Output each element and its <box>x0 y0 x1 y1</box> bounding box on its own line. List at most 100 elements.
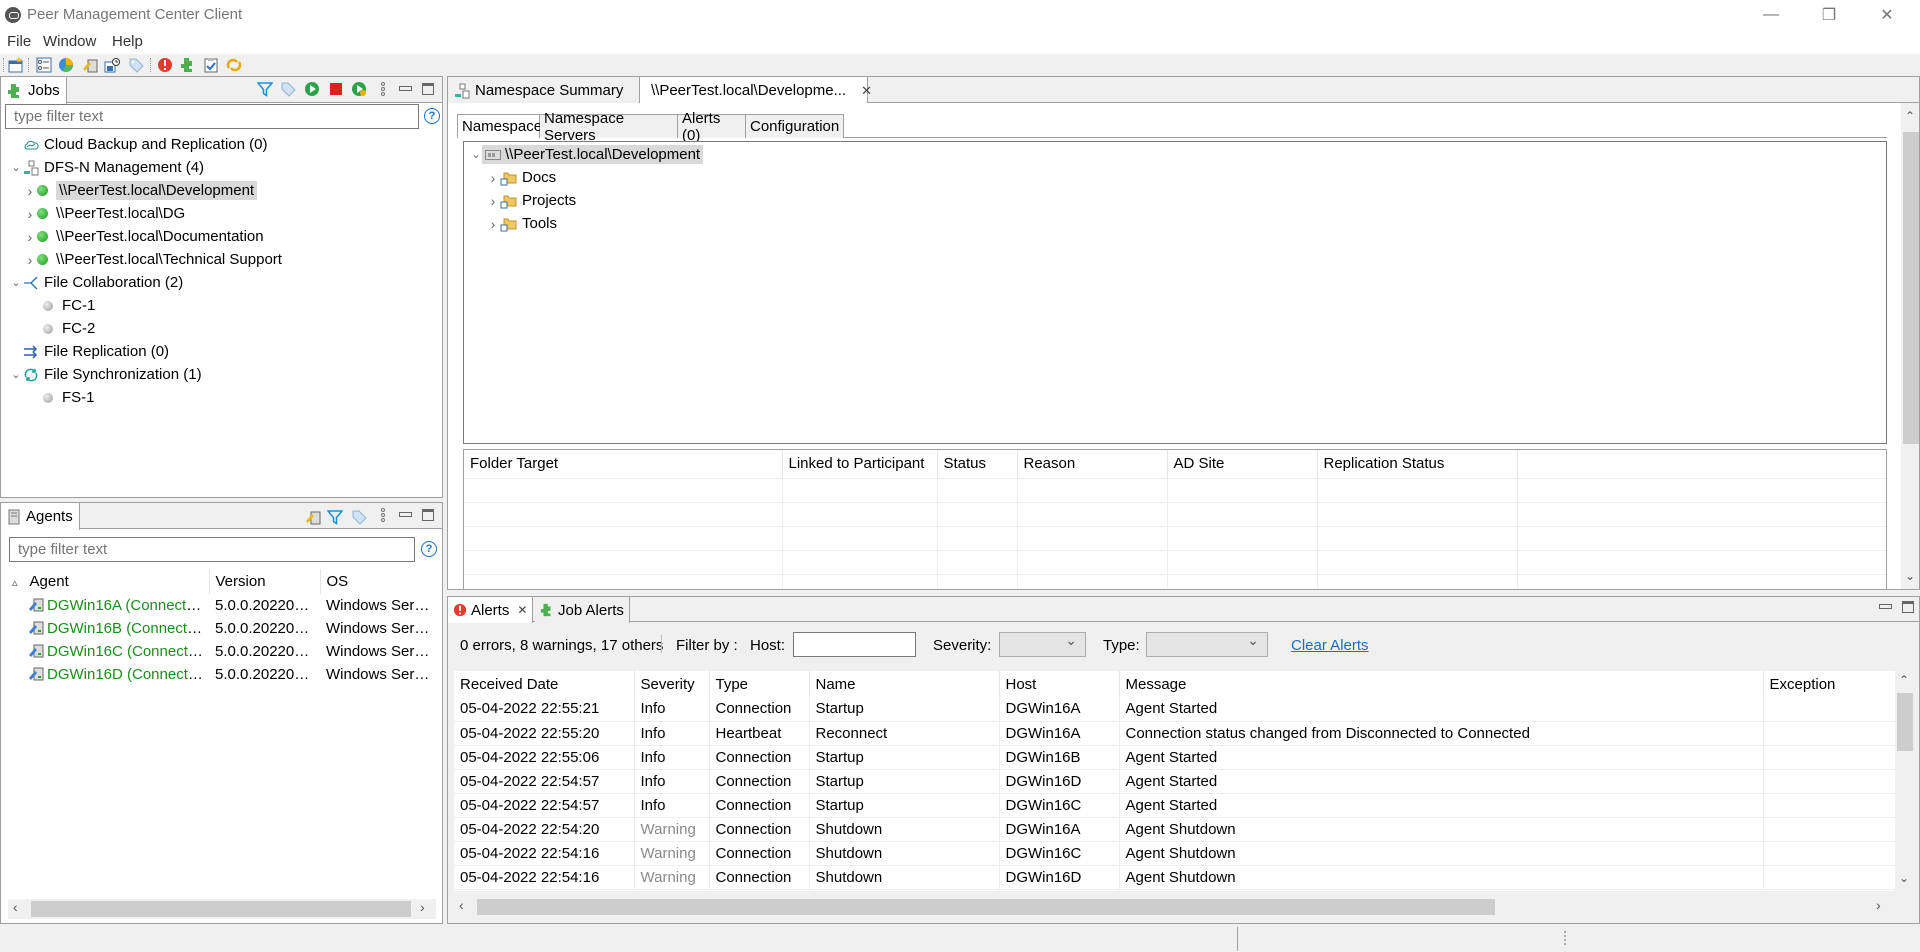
column-header[interactable]: Type <box>709 671 810 697</box>
maximize-view-icon[interactable] <box>422 83 434 95</box>
tree-category[interactable]: ⌄ File Synchronization (1) <box>9 363 201 386</box>
alert-row[interactable]: 05-04-2022 22:54:16 Warning Connection Shut… <box>454 841 1896 865</box>
agents-horizontal-scrollbar[interactable]: ‹ › <box>8 899 436 919</box>
chevron-down-icon[interactable]: ⌄ <box>9 368 23 381</box>
editor-vertical-scrollbar[interactable]: ⌃ ⌄ <box>1901 103 1919 589</box>
alert-row[interactable]: 05-04-2022 22:54:16 Warning Connection Shut… <box>454 865 1896 889</box>
alert-row[interactable]: 05-04-2022 22:54:57 Info Connection Startup… <box>454 769 1896 793</box>
properties-list-icon[interactable] <box>36 57 52 73</box>
alerts-vertical-scrollbar[interactable]: ⌃ ⌄ <box>1895 671 1913 891</box>
scroll-right-icon[interactable]: › <box>1876 897 1881 913</box>
tab-namespace-servers[interactable]: Namespace Servers <box>540 110 678 144</box>
menu-file[interactable]: File <box>7 33 31 50</box>
new-job-icon[interactable] <box>8 57 24 73</box>
column-header[interactable]: Name <box>809 671 1000 697</box>
tree-category[interactable]: Cloud Backup and Replication (0) <box>9 133 267 156</box>
scrollbar-thumb[interactable] <box>31 901 411 917</box>
alert-row[interactable]: 05-04-2022 22:54:57 Info Connection Startup… <box>454 793 1896 817</box>
stop-icon[interactable] <box>328 81 344 97</box>
chevron-down-icon[interactable]: ⌄ <box>9 161 23 174</box>
tab-agents[interactable]: Agents <box>1 503 80 530</box>
scroll-down-icon[interactable]: ⌄ <box>1899 871 1909 885</box>
column-header[interactable]: Replication Status <box>1317 450 1518 478</box>
minimize-view-icon[interactable] <box>399 509 412 521</box>
tab-namespace[interactable]: Namespace <box>457 114 542 138</box>
jobs-filter-input[interactable] <box>5 104 419 129</box>
tree-job[interactable]: FC-2 <box>23 317 95 340</box>
tree-category[interactable]: ⌄ File Collaboration (2) <box>9 271 183 294</box>
clear-alerts-link[interactable]: Clear Alerts <box>1291 637 1369 654</box>
maximize-view-icon[interactable] <box>422 509 434 521</box>
menu-help[interactable]: Help <box>112 33 143 50</box>
scroll-left-icon[interactable]: ‹ <box>13 899 18 915</box>
help-icon[interactable]: ? <box>424 108 440 124</box>
agent-row[interactable]: DGWin16C (Connected) 5.0.0.20220504 Window… <box>8 640 436 663</box>
view-menu-icon[interactable] <box>381 82 386 96</box>
namespace-folder[interactable]: › Tools <box>486 212 557 235</box>
view-menu-icon[interactable] <box>381 508 386 522</box>
alert-row[interactable]: 05-04-2022 22:54:20 Warning Connection Shut… <box>454 817 1896 841</box>
filter-icon[interactable] <box>257 81 273 97</box>
close-tab-icon[interactable]: ✕ <box>517 603 527 617</box>
column-header[interactable]: Severity <box>634 671 710 697</box>
scroll-up-icon[interactable]: ⌃ <box>1905 109 1915 123</box>
column-header[interactable]: Host <box>999 671 1120 697</box>
tree-job[interactable]: › \\PeerTest.local\Technical Support <box>23 248 282 271</box>
chevron-down-icon[interactable]: ⌄ <box>9 276 23 289</box>
tree-job[interactable]: › \\PeerTest.local\Documentation <box>23 225 264 248</box>
alerts-horizontal-scrollbar[interactable]: ‹ › <box>454 897 1896 917</box>
type-select[interactable] <box>1146 632 1268 657</box>
tab-configuration[interactable]: Configuration <box>746 114 844 138</box>
tree-job[interactable]: › \\PeerTest.local\DG <box>23 202 186 225</box>
agent-row[interactable]: DGWin16B (Connected) 5.0.0.20220504 Window… <box>8 617 436 640</box>
agent-row[interactable]: DGWin16A (Connected) 5.0.0.20220504 Window… <box>8 594 436 617</box>
namespace-folder[interactable]: › Docs <box>486 166 557 189</box>
chevron-right-icon[interactable]: › <box>486 216 500 232</box>
run-now-icon[interactable] <box>351 81 367 97</box>
tab-job-alerts[interactable]: Job Alerts <box>535 597 630 623</box>
scheduler-icon[interactable] <box>104 57 120 73</box>
tab-alerts-view[interactable]: Alerts ✕ <box>448 597 534 623</box>
minimize-view-icon[interactable] <box>399 83 412 95</box>
tree-category[interactable]: File Replication (0) <box>9 340 169 363</box>
column-header[interactable]: Linked to Participant <box>782 450 938 478</box>
minimize-view-icon[interactable] <box>1879 601 1892 613</box>
namespace-root[interactable]: ⌄ \\PeerTest.local\Development <box>470 143 704 166</box>
scrollbar-thumb[interactable] <box>1903 132 1919 444</box>
column-header[interactable]: Received Date <box>454 671 635 697</box>
namespace-folder[interactable]: › Projects <box>486 189 577 212</box>
restore-button[interactable]: ❐ <box>1806 0 1852 30</box>
agents-filter-input[interactable] <box>9 537 415 562</box>
column-header[interactable]: Exception <box>1763 671 1896 697</box>
tag-icon[interactable] <box>128 57 144 73</box>
chevron-right-icon[interactable]: › <box>486 193 500 209</box>
chevron-right-icon[interactable]: › <box>23 183 37 199</box>
minimize-button[interactable]: — <box>1748 0 1794 30</box>
scroll-down-icon[interactable]: ⌄ <box>1905 569 1915 583</box>
host-filter-input[interactable] <box>793 632 916 657</box>
column-header[interactable]: Status <box>937 450 1018 478</box>
scrollbar-thumb[interactable] <box>1897 693 1913 751</box>
tree-job[interactable]: FC-1 <box>23 294 95 317</box>
column-header-os[interactable]: OS <box>320 569 436 594</box>
tag-icon[interactable] <box>351 509 367 525</box>
scroll-right-icon[interactable]: › <box>420 899 425 915</box>
column-header-agent[interactable]: ▵ Agent <box>8 569 210 594</box>
column-header-version[interactable]: Version <box>209 569 321 594</box>
tab-namespace-development[interactable]: \\PeerTest.local\Developme... ✕ <box>640 77 872 104</box>
start-icon[interactable] <box>304 81 320 97</box>
tree-job[interactable]: › \\PeerTest.local\Development <box>23 179 258 202</box>
chevron-right-icon[interactable]: › <box>23 252 37 268</box>
tab-alerts[interactable]: Alerts (0) <box>678 110 746 144</box>
close-button[interactable]: ✕ <box>1864 0 1910 30</box>
chevron-down-icon[interactable]: ⌄ <box>470 148 482 161</box>
sync-icon[interactable] <box>226 57 242 73</box>
task-check-icon[interactable] <box>203 57 219 73</box>
alert-icon[interactable] <box>157 57 173 73</box>
column-header[interactable]: Message <box>1119 671 1764 697</box>
alert-row[interactable]: 05-04-2022 22:55:20 Info Heartbeat Reconnec… <box>454 721 1896 745</box>
alert-row[interactable]: 05-04-2022 22:55:06 Info Connection Startup… <box>454 745 1896 769</box>
severity-select[interactable] <box>999 632 1086 657</box>
filter-icon[interactable] <box>327 509 343 525</box>
agent-icon[interactable] <box>82 57 98 73</box>
